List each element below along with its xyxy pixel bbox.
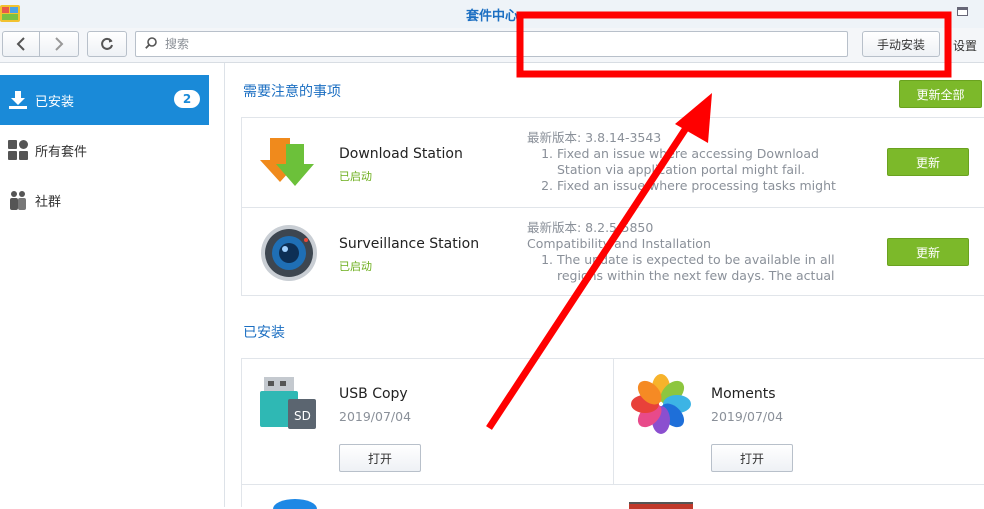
update-button[interactable]: 更新 [887,148,969,176]
sidebar-item-community[interactable]: 社群 [0,175,209,225]
release-note-item: Fixed an issue where accessing Download … [557,146,857,178]
search-icon [145,37,157,49]
surveillance-station-icon [261,225,317,281]
app-icon [629,502,693,509]
main-content: 需要注意的事项 更新全部 Download Station 已启动 最新版本: … [225,63,984,509]
release-note-item: Fixed an issue where processing tasks mi… [557,178,857,194]
chevron-right-icon [55,37,64,51]
forward-button[interactable] [39,31,79,57]
download-icon [9,91,27,109]
moments-icon [631,374,691,434]
svg-text:SD: SD [294,409,311,423]
update-button[interactable]: 更新 [887,238,969,266]
installed-section-title: 已安装 [243,325,285,341]
grid-icon [8,140,28,160]
sidebar-item-label: 所有套件 [35,145,88,160]
package-name: Download Station [339,146,463,162]
release-notes: 最新版本: 3.8.14-3543 Fixed an issue where a… [527,130,857,194]
manual-install-button[interactable]: 手动安装 [862,31,940,57]
refresh-button[interactable] [87,31,127,57]
sidebar-item-all-packages[interactable]: 所有套件 [0,125,209,175]
sidebar-item-installed[interactable]: 已安装 2 [0,75,209,125]
release-notes: 最新版本: 8.2.5-5850 Compatibility and Insta… [527,220,857,284]
package-name: USB Copy [339,386,408,402]
update-row-surveillance-station: Surveillance Station 已启动 最新版本: 8.2.5-585… [242,207,984,297]
count-badge: 2 [174,90,200,108]
release-notes-intro: Compatibility and Installation [527,236,711,251]
open-button[interactable]: 打开 [339,444,421,472]
title-bar: 套件中心 [0,0,984,28]
updates-panel: Download Station 已启动 最新版本: 3.8.14-3543 F… [241,117,984,296]
install-date: 2019/07/04 [339,409,412,424]
latest-version: 最新版本: 3.8.14-3543 [527,130,662,145]
cloud-app-icon [273,499,317,509]
release-note-item: The update is expected to be available i… [557,252,857,284]
refresh-icon [101,37,113,50]
open-button[interactable]: 打开 [711,444,793,472]
sidebar-item-label: 已安装 [35,95,75,110]
package-name: Moments [711,386,776,402]
package-status: 已启动 [339,170,372,183]
row-divider [242,484,984,485]
updates-section-title: 需要注意的事项 [243,84,341,100]
latest-version: 最新版本: 8.2.5-5850 [527,220,654,235]
minimize-button[interactable] [896,12,906,15]
update-all-button[interactable]: 更新全部 [899,80,982,108]
installed-packages-grid: SD USB Copy 2019/07/04 打开 Moments 2019/0… [241,358,984,509]
package-name: Surveillance Station [339,236,480,252]
window-title: 套件中心 [465,9,518,24]
back-button[interactable] [2,31,40,57]
toolbar: 手动安装 设置 [0,28,984,63]
download-station-icon [260,138,314,186]
package-card-moments: Moments 2019/07/04 打开 [614,359,984,484]
install-date: 2019/07/04 [711,409,784,424]
settings-button[interactable]: 设置 [953,37,977,54]
sidebar: 已安装 2 所有套件 社群 [0,63,225,507]
sidebar-item-label: 社群 [35,195,62,210]
community-icon [10,191,26,210]
package-status: 已启动 [339,260,372,273]
usb-copy-icon: SD [260,377,316,429]
maximize-button[interactable] [957,7,968,16]
chevron-left-icon [16,37,25,51]
package-card-usb-copy: SD USB Copy 2019/07/04 打开 [242,359,614,484]
search-box[interactable] [135,31,848,57]
search-input[interactable] [165,35,825,53]
update-row-download-station: Download Station 已启动 最新版本: 3.8.14-3543 F… [242,118,984,207]
